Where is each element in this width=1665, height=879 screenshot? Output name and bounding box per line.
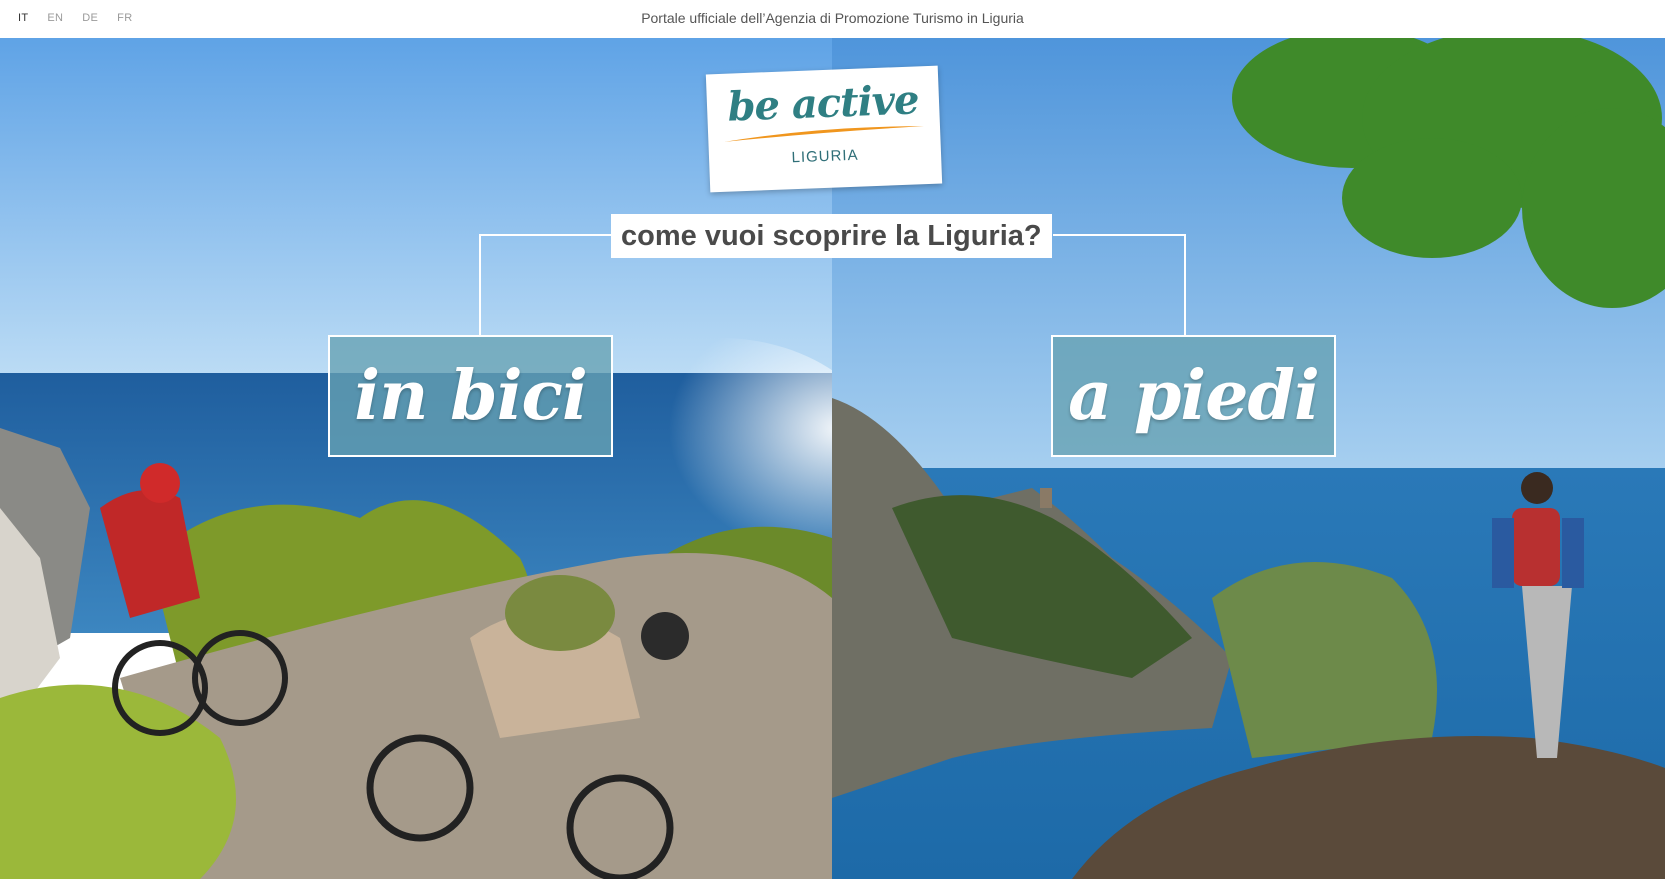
hiking-scene-image	[832, 38, 1665, 879]
choice-walk-label: a piedi	[1068, 356, 1320, 436]
connector-line-left-vertical	[479, 234, 481, 336]
be-active-logo[interactable]: be active LIGURIA	[705, 65, 943, 193]
logo-sub-text: LIGURIA	[791, 146, 859, 167]
choice-bike-button[interactable]: in bici	[328, 335, 613, 457]
cycling-photo-panel[interactable]	[0, 38, 832, 879]
connector-line-right-vertical	[1184, 234, 1186, 336]
choice-walk-button[interactable]: a piedi	[1051, 335, 1336, 457]
site-tagline: Portale ufficiale dell’Agenzia di Promoz…	[641, 10, 1024, 26]
hero-section: be active LIGURIA come vuoi scoprire la …	[0, 38, 1665, 879]
hero-question: come vuoi scoprire la Liguria?	[611, 214, 1052, 258]
connector-line-left-horizontal	[480, 234, 612, 236]
hiking-photo-panel[interactable]	[832, 38, 1665, 879]
top-bar: IT EN DE FR Portale ufficiale dell’Agenz…	[0, 0, 1665, 38]
choice-bike-label: in bici	[354, 356, 588, 436]
cycling-scene-image	[0, 38, 832, 879]
connector-line-right-horizontal	[1053, 234, 1185, 236]
